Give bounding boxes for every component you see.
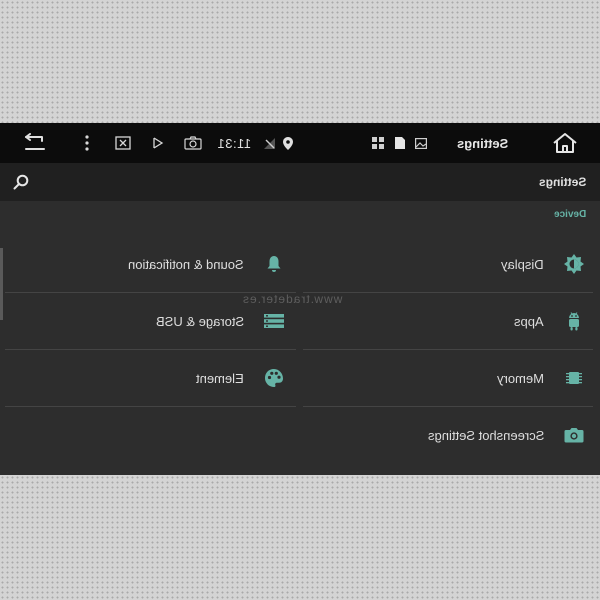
scroll-indicator[interactable] (0, 248, 3, 320)
camera-icon (562, 423, 586, 447)
bell-icon (262, 252, 286, 276)
signal-indicator (262, 123, 276, 163)
app-notification-1 (371, 123, 385, 163)
divider (5, 406, 296, 407)
close-box-icon (115, 136, 131, 150)
settings-item-element[interactable]: Element (5, 350, 296, 406)
android-icon (562, 309, 586, 333)
settings-item-display[interactable]: Display (303, 236, 593, 292)
storage-icon (262, 309, 286, 333)
section-header-device: Device (553, 209, 586, 220)
speaker-icon (153, 137, 164, 149)
no-signal-icon (263, 137, 275, 149)
image-icon (415, 137, 427, 149)
search-icon (13, 174, 29, 190)
settings-item-apps[interactable]: Apps (303, 293, 593, 349)
media-indicator (149, 123, 167, 163)
settings-screen: 11:31 Settings Settings Device Display S… (0, 123, 600, 475)
document-icon (395, 137, 405, 149)
page-title: Settings (538, 175, 586, 189)
clock: 11:31 (214, 123, 254, 163)
item-label: Element (196, 370, 244, 386)
settings-item-screenshot[interactable]: Screenshot Settings (303, 407, 593, 463)
palette-icon (262, 366, 286, 390)
app-notification-3 (414, 123, 428, 163)
camera-button[interactable] (183, 123, 203, 163)
location-indicator (281, 123, 295, 163)
camera-outline-icon (184, 136, 202, 150)
action-bar: Settings (0, 163, 600, 201)
status-title-text: Settings (457, 135, 509, 151)
memory-chip-icon (562, 366, 586, 390)
brightness-icon (562, 252, 586, 276)
close-window-button[interactable] (113, 123, 133, 163)
status-bar: 11:31 Settings (0, 123, 600, 163)
overflow-menu-button[interactable] (80, 123, 94, 163)
item-label: Sound & notification (128, 256, 244, 272)
item-label: Storage & USB (155, 313, 244, 329)
time-text: 11:31 (216, 135, 252, 151)
search-button[interactable] (10, 171, 32, 193)
back-button[interactable] (18, 123, 50, 163)
watermark: www.tradeter.es (242, 292, 343, 306)
item-label: Screenshot Settings (427, 427, 544, 443)
settings-item-sound[interactable]: Sound & notification (5, 236, 296, 292)
back-arrow-icon (25, 133, 45, 150)
more-vert-icon (85, 135, 89, 151)
grid-app-icon (372, 137, 384, 149)
app-notification-2 (393, 123, 407, 163)
home-icon (553, 133, 577, 153)
item-label: Display (501, 256, 544, 272)
location-pin-icon (283, 136, 293, 150)
settings-item-memory[interactable]: Memory (303, 350, 593, 406)
item-label: Apps (514, 313, 544, 329)
status-title: Settings (452, 123, 514, 163)
home-button[interactable] (549, 123, 581, 163)
item-label: Memory (497, 370, 544, 386)
